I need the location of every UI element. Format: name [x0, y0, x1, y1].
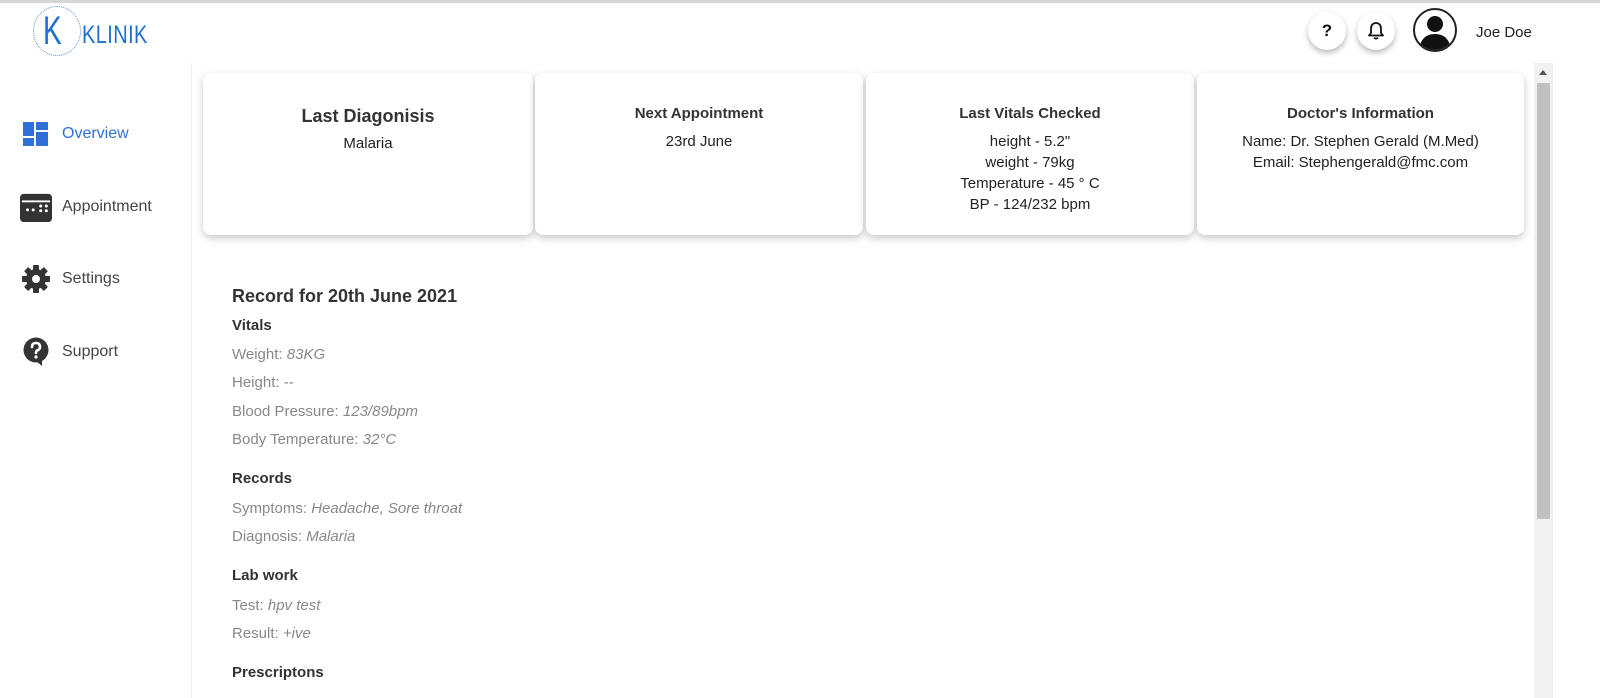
card-value: Temperature - 45 ° C [960, 175, 1100, 192]
next-appointment-card: Next Appointment 23rd June [535, 73, 863, 235]
vitals-heading: Vitals [232, 317, 272, 334]
card-title: Doctor's Information [1287, 105, 1434, 122]
username[interactable]: Joe Doe [1476, 24, 1532, 41]
question-mark-icon: ? [1321, 21, 1333, 40]
lab-work-heading: Lab work [232, 567, 298, 584]
height-label: Height: -- [232, 374, 294, 391]
sidebar-item-label: Appointment [62, 198, 152, 215]
temp-label: Body Temperature: [232, 431, 359, 448]
sidebar-item-label: Overview [62, 125, 129, 142]
diagnosis-value: Malaria [306, 528, 356, 545]
card-value: BP - 124/232 bpm [969, 196, 1091, 213]
help-button[interactable]: ? [1308, 12, 1346, 50]
help-circle-icon [20, 336, 52, 368]
test-row: Test: hpv test [232, 597, 320, 614]
card-title: Next Appointment [634, 105, 764, 122]
blood-pressure-row: Blood Pressure: 123/89bpm [232, 403, 418, 420]
symptoms-label: Symptoms: [232, 500, 308, 517]
logo-text: KLINIK [82, 21, 148, 49]
weight-value: 83KG [286, 346, 326, 363]
card-value: Malaria [343, 135, 393, 152]
card-value: 23rd June [665, 133, 733, 150]
card-value: Email: Stephengerald@fmc.com [1252, 154, 1469, 171]
notifications-button[interactable] [1357, 12, 1395, 50]
card-title: Last Diagonisis [301, 106, 435, 126]
result-value: +ive [282, 625, 311, 642]
user-avatar-icon [1419, 16, 1451, 50]
card-title: Last Vitals Checked [959, 105, 1101, 122]
doctor-info-card: Doctor's Information Name: Dr. Stephen G… [1197, 73, 1524, 235]
weight-row: Weight: 83KG [232, 346, 325, 363]
sidebar-item-settings[interactable]: Settings [0, 254, 190, 304]
last-diagnosis-card: Last Diagonisis Malaria [203, 73, 533, 235]
card-value: height - 5.2" [989, 133, 1071, 150]
diagnosis-label: Diagnosis: [232, 528, 303, 545]
sidebar-item-label: Support [62, 343, 119, 360]
sidebar-item-appointment[interactable]: Appointment [0, 182, 190, 232]
sidebar-item-label: Settings [62, 270, 120, 287]
record-title: Record for 20th June 2021 [232, 286, 458, 306]
dashboard-icon [20, 118, 52, 150]
records-heading: Records [232, 470, 293, 487]
last-vitals-card: Last Vitals Checked height - 5.2" weight… [866, 73, 1194, 235]
symptoms-value: Headache, Sore throat [311, 500, 463, 517]
sidebar-item-support[interactable]: Support [0, 327, 190, 377]
height-row: Height: -- [232, 374, 294, 391]
user-avatar[interactable] [1413, 8, 1457, 52]
scroll-up-arrow[interactable] [1539, 70, 1547, 75]
gear-icon [20, 263, 52, 295]
calendar-icon [20, 191, 52, 223]
weight-label: Weight: [232, 346, 283, 363]
scroll-thumb[interactable] [1537, 83, 1550, 519]
result-row: Result: +ive [232, 625, 311, 642]
sidebar-item-overview[interactable]: Overview [0, 109, 190, 159]
scrollbar[interactable] [1534, 63, 1553, 698]
symptoms-row: Symptoms: Headache, Sore throat [232, 500, 462, 517]
test-label: Test: [232, 597, 264, 614]
prescriptions-heading: Prescriptons [232, 664, 324, 681]
card-value: Name: Dr. Stephen Gerald (M.Med) [1242, 133, 1479, 150]
bp-label: Blood Pressure: [232, 403, 339, 420]
bp-value: 123/89bpm [342, 403, 418, 420]
sidebar: Overview Appointment Settings Support [0, 63, 192, 698]
result-label: Result: [232, 625, 279, 642]
body-temperature-row: Body Temperature: 32°C [232, 431, 396, 448]
test-value: hpv test [267, 597, 321, 614]
logo[interactable]: K KLINIK [30, 6, 180, 62]
header: K KLINIK ? Joe Doe [0, 3, 1568, 63]
temp-value: 32°C [362, 431, 397, 448]
logo-letter: K [43, 9, 62, 53]
bell-icon [1368, 22, 1384, 40]
diagnosis-row: Diagnosis: Malaria [232, 528, 355, 545]
card-value: weight - 79kg [985, 154, 1075, 171]
